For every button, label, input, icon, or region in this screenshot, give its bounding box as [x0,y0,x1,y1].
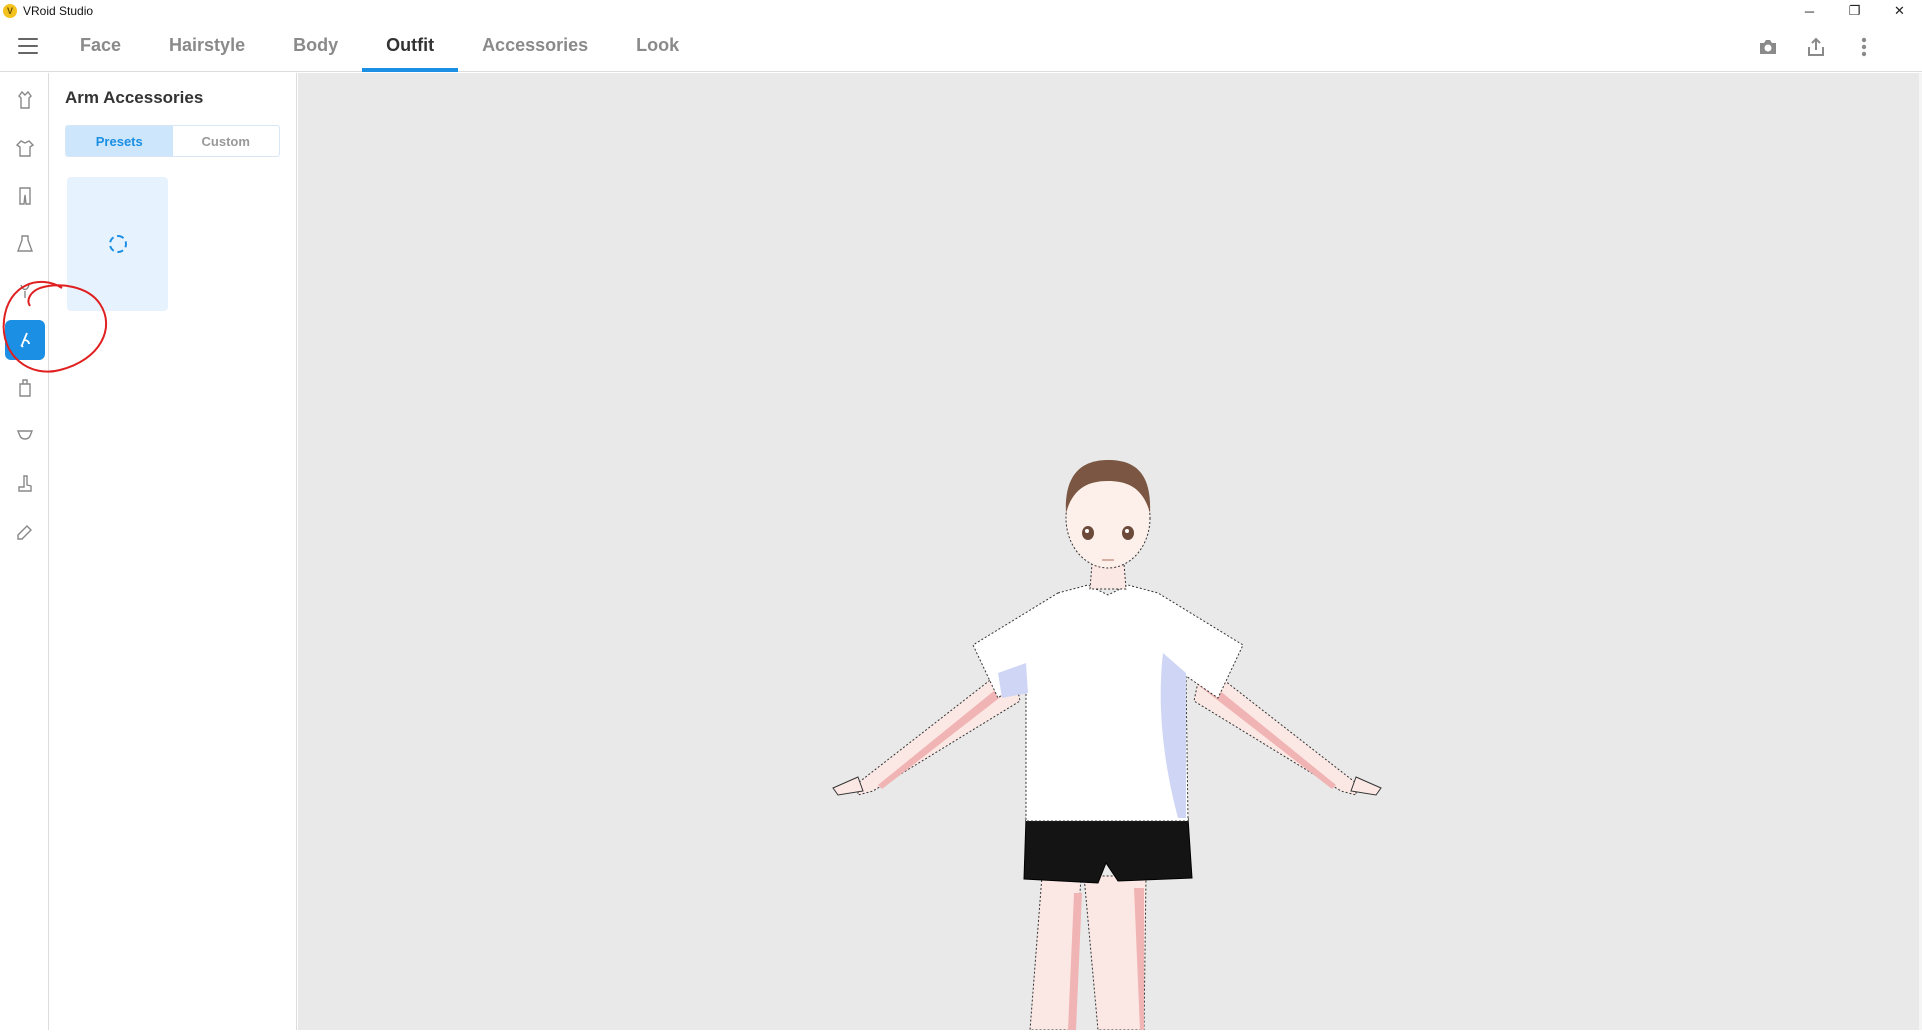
presets-tab[interactable]: Presets [66,126,173,156]
restore-button[interactable]: ❐ [1832,0,1877,22]
neck-accessory-icon[interactable] [5,272,45,312]
top-actions [1744,22,1888,72]
loading-spinner-icon [108,235,127,253]
window-controls: ─ ❐ ✕ [1787,0,1922,22]
arm-accessories-panel: Arm Accessories Presets Custom [50,73,297,1030]
avatar-model [832,460,1382,1031]
title-bar: V VRoid Studio ─ ❐ ✕ [0,0,1922,22]
arm-accessory-icon[interactable] [5,320,45,360]
camera-icon[interactable] [1744,22,1792,72]
export-icon[interactable] [1792,22,1840,72]
tab-face[interactable]: Face [56,22,145,72]
app-title: VRoid Studio [23,4,94,18]
tops-icon[interactable] [5,128,45,168]
onepiece-icon[interactable] [5,224,45,264]
panel-title: Arm Accessories [65,88,204,107]
preset-custom-toggle: Presets Custom [65,125,280,157]
close-button[interactable]: ✕ [1877,0,1922,22]
gloves-icon[interactable] [5,368,45,408]
more-vertical-icon[interactable] [1840,22,1888,72]
model-viewport[interactable] [298,73,1922,1031]
preset-tile-loading[interactable] [67,177,168,311]
shoes-icon[interactable] [5,464,45,504]
accessory-tag-icon[interactable] [5,512,45,552]
tab-outfit[interactable]: Outfit [362,22,459,72]
category-tabs: Face Hairstyle Body Outfit Accessories L… [56,22,703,72]
tab-look[interactable]: Look [612,22,703,72]
tab-hairstyle[interactable]: Hairstyle [145,22,269,72]
outfit-category-sidebar [0,73,49,1030]
custom-tab[interactable]: Custom [173,126,280,156]
tab-body[interactable]: Body [269,22,362,72]
bottoms-icon[interactable] [5,176,45,216]
app-logo-icon: V [3,4,17,18]
full-outfit-icon[interactable] [5,80,45,120]
tab-accessories[interactable]: Accessories [458,22,612,72]
menu-icon[interactable] [18,38,38,54]
minimize-button[interactable]: ─ [1787,0,1832,22]
socks-icon[interactable] [5,416,45,456]
top-navigation: Face Hairstyle Body Outfit Accessories L… [0,22,1922,72]
